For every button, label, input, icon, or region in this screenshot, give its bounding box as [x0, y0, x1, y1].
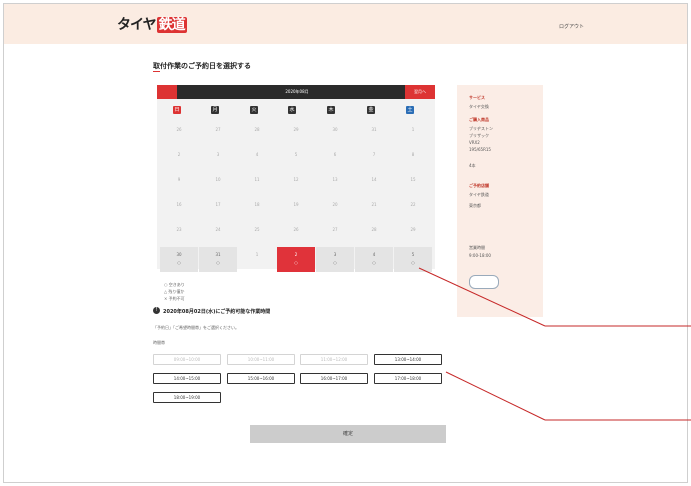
callout-line-slots [445, 371, 546, 421]
callout-lines [418, 267, 691, 421]
callout-line-calendar [418, 267, 546, 327]
